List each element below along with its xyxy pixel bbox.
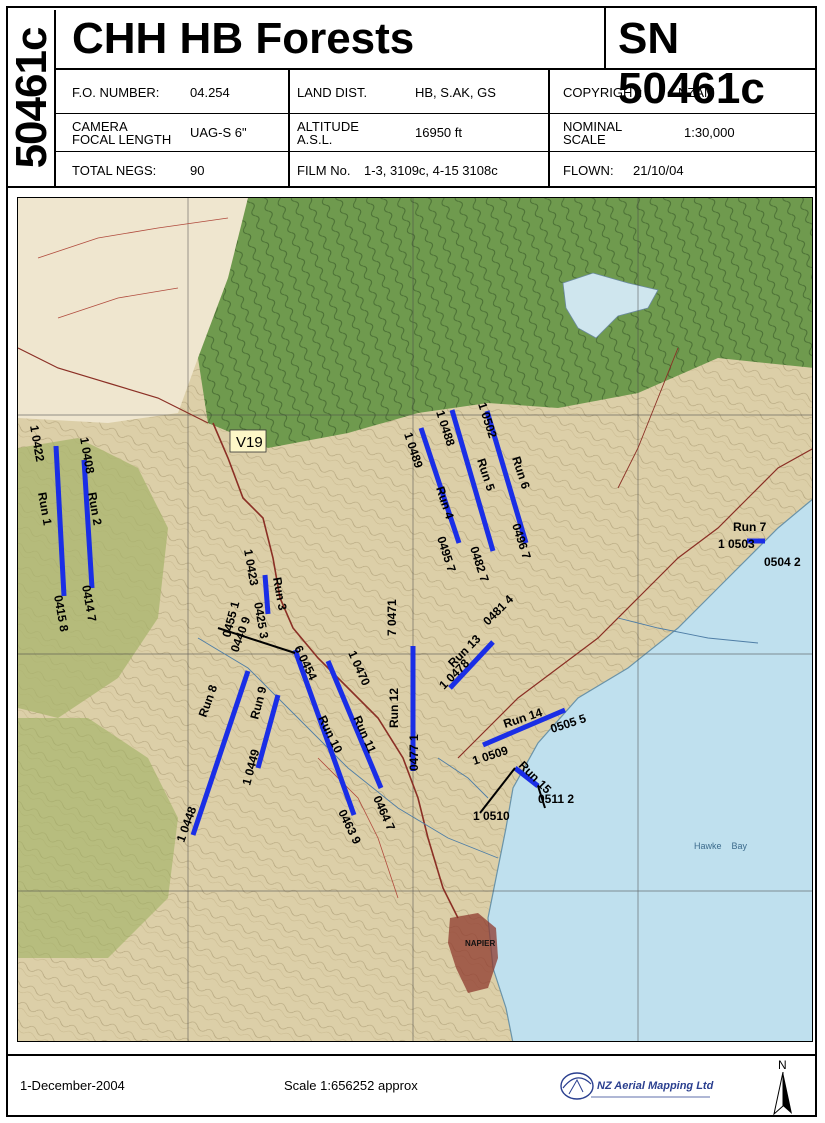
film-value: 1-3, 3109c, 4-15 3108c [364, 163, 498, 178]
run-15-start-label: 1 0510 [473, 809, 510, 823]
focal-length-label: FOCAL LENGTH [72, 132, 172, 147]
total-negs-value: 90 [190, 163, 205, 178]
place-hawke-bay: Hawke Bay [694, 841, 748, 851]
total-negs-label: TOTAL NEGS: [72, 163, 157, 178]
run-12-start-label: 7 0471 [385, 599, 399, 636]
divider [8, 1054, 817, 1056]
place-napier: NAPIER [465, 939, 495, 948]
nominal-scale-value: 1:30,000 [684, 125, 735, 140]
divider [8, 186, 817, 188]
land-dist-value: HB, S.AK, GS [415, 85, 496, 100]
run-12-label: Run 12 [387, 688, 401, 728]
divider [56, 113, 815, 114]
north-arrow-icon [773, 1072, 792, 1116]
run-12-end-label: 0477 1 [407, 734, 421, 771]
footer-date: 1-December-2004 [20, 1078, 125, 1093]
fo-number-value: 04.254 [190, 85, 230, 100]
page-title: CHH HB Forests [72, 14, 415, 63]
side-code: 50461c [7, 27, 56, 169]
flown-label: FLOWN: [563, 163, 614, 178]
flight-plan-map: V19 NAPIER Hawke Bay Run 11 0422 0415 8 Ru… [17, 197, 813, 1042]
land-dist-label: LAND DIST. [297, 85, 368, 100]
divider [56, 68, 815, 70]
logo-text: NZ Aerial Mapping Ltd [597, 1080, 714, 1092]
film-label: FILM No. [297, 163, 351, 178]
altitude-value: 16950 ft [415, 125, 462, 140]
sn-divider [604, 8, 606, 68]
scale-label: SCALE [563, 132, 606, 147]
north-label: N [778, 1058, 787, 1072]
divider [56, 151, 815, 152]
side-code-box: 50461c [7, 10, 56, 186]
copyright-value: NZAM [678, 85, 715, 100]
copyright-label: COPYRIGHT: [563, 85, 643, 100]
run-7-start-label: 1 0503 [718, 537, 755, 551]
company-logo: NZ Aerial Mapping Ltd [555, 1064, 715, 1108]
run-7-end-label: 0504 2 [764, 555, 801, 569]
footer-scale: Scale 1:656252 approx [284, 1078, 418, 1093]
divider [548, 68, 550, 186]
fo-number-label: F.O. NUMBER: [72, 85, 160, 100]
asl-label: A.S.L. [297, 132, 333, 147]
sheet-label: V19 [236, 434, 263, 451]
serial-number: SN 50461c [618, 14, 765, 113]
flown-value: 21/10/04 [633, 163, 684, 178]
north-arrow: N [768, 1058, 798, 1116]
divider [288, 68, 290, 186]
run-7-label: Run 7 [733, 520, 767, 534]
camera-value: UAG-S 6" [190, 125, 247, 140]
